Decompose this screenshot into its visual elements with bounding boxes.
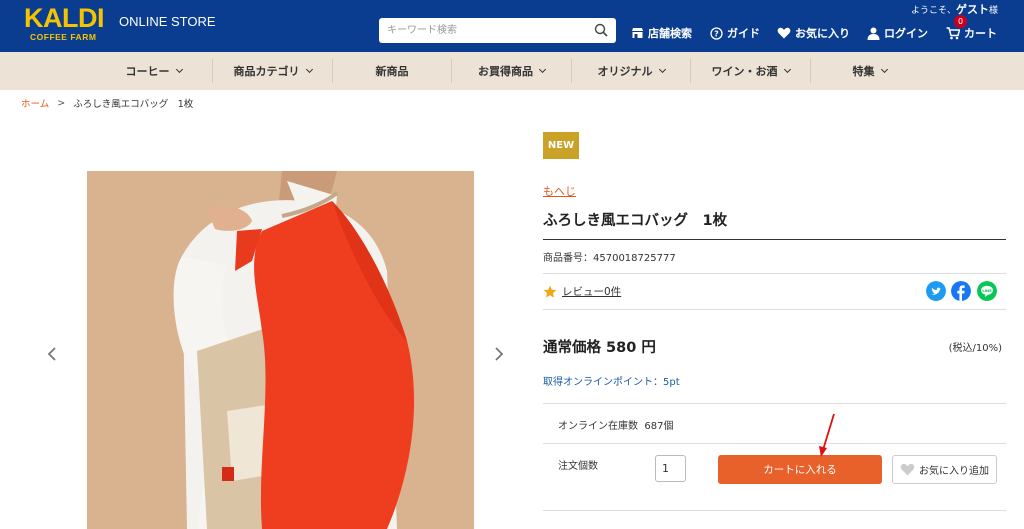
nav-favorites-label: お気に入り bbox=[795, 27, 850, 40]
store-label: ONLINE STORE bbox=[119, 14, 216, 29]
search-icon[interactable] bbox=[594, 23, 608, 37]
heart-icon bbox=[900, 463, 915, 476]
breadcrumb-home[interactable]: ホーム bbox=[21, 96, 49, 110]
search-box bbox=[379, 18, 616, 43]
annotation-arrow-icon bbox=[819, 413, 835, 457]
user-icon bbox=[867, 27, 880, 40]
cat-feature[interactable]: 特集 bbox=[811, 52, 928, 90]
product-photo bbox=[87, 171, 474, 529]
nav-cart-label: カート bbox=[964, 27, 997, 40]
breadcrumb-current: ふろしき風エコバッグ 1枚 bbox=[73, 99, 194, 110]
cat-wine[interactable]: ワイン・お酒 bbox=[691, 52, 810, 90]
welcome-suffix: 様 bbox=[988, 6, 998, 16]
cat-coffee-label: コーヒー bbox=[125, 65, 170, 78]
stock-info: オンライン在庫数 687個 bbox=[558, 417, 673, 432]
welcome-prefix: ようこそ、 bbox=[910, 6, 956, 16]
chevron-down-icon bbox=[658, 65, 666, 73]
divider bbox=[543, 443, 1006, 444]
cart-count-badge: 0 bbox=[954, 15, 967, 28]
cat-categories-label: 商品カテゴリ bbox=[233, 65, 300, 78]
product-title: ふろしき風エコバッグ 1枚 bbox=[543, 213, 728, 229]
add-to-cart-button[interactable]: カートに入れる bbox=[718, 455, 882, 484]
chevron-down-icon bbox=[880, 65, 888, 73]
nav-guide[interactable]: ? ガイド bbox=[710, 25, 760, 41]
chevron-down-icon bbox=[538, 65, 547, 73]
category-nav: コーヒー 商品カテゴリ 新商品 お買得商品 オリジナル ワイン・お酒 特集 bbox=[0, 52, 1024, 90]
add-favorite-label: お気に入り追加 bbox=[919, 466, 989, 477]
brand-link[interactable]: もへじ bbox=[543, 183, 576, 199]
cat-feature-label: 特集 bbox=[852, 65, 875, 78]
logo-main-text: KALDI bbox=[24, 3, 105, 33]
kaldi-logo[interactable]: KALDI COFFEE FARM bbox=[24, 3, 105, 42]
nav-guide-label: ガイド bbox=[727, 27, 760, 40]
line-icon[interactable]: LINE bbox=[977, 281, 997, 301]
help-icon: ? bbox=[710, 26, 723, 40]
quantity-input[interactable] bbox=[655, 455, 686, 482]
nav-favorites[interactable]: お気に入り bbox=[777, 25, 850, 41]
cat-bargain-label: お買得商品 bbox=[478, 65, 533, 78]
divider bbox=[543, 510, 1006, 511]
chevron-down-icon bbox=[175, 65, 183, 73]
svg-text:?: ? bbox=[714, 29, 719, 38]
qty-label: 注文個数 bbox=[558, 461, 598, 472]
star-icon bbox=[543, 285, 557, 298]
product-price: 通常価格 580 円 bbox=[543, 340, 656, 356]
nav-login-label: ログイン bbox=[884, 27, 928, 40]
welcome-message: ようこそ、ゲスト様 bbox=[911, 1, 998, 17]
search-input[interactable] bbox=[387, 22, 587, 39]
chevron-right-icon[interactable] bbox=[493, 345, 505, 363]
tax-note: (税込/10%) bbox=[948, 343, 1002, 354]
store-icon bbox=[632, 28, 643, 38]
product-image bbox=[87, 171, 474, 529]
product-sku: 商品番号：4570018725777 bbox=[543, 253, 676, 264]
facebook-icon[interactable] bbox=[951, 281, 971, 301]
svg-text:LINE: LINE bbox=[982, 288, 992, 293]
divider bbox=[543, 273, 1006, 274]
twitter-icon[interactable] bbox=[926, 281, 946, 301]
cat-new-label: 新商品 bbox=[375, 65, 409, 78]
divider bbox=[543, 309, 1006, 310]
cat-bargain[interactable]: お買得商品 bbox=[452, 52, 571, 90]
logo-sub-text: COFFEE FARM bbox=[30, 32, 97, 42]
cat-wine-label: ワイン・お酒 bbox=[711, 65, 778, 78]
chevron-down-icon bbox=[783, 65, 791, 73]
heart-icon bbox=[777, 27, 791, 39]
title-divider bbox=[543, 239, 1006, 240]
cat-original[interactable]: オリジナル bbox=[572, 52, 690, 90]
site-header: KALDI COFFEE FARM ONLINE STORE ようこそ、ゲスト様… bbox=[0, 0, 1024, 52]
cat-coffee[interactable]: コーヒー bbox=[95, 52, 212, 90]
review-link[interactable]: レビュー0件 bbox=[562, 284, 621, 299]
stock-label: オンライン在庫数 bbox=[558, 421, 638, 432]
nav-login[interactable]: ログイン bbox=[867, 25, 928, 41]
cat-new[interactable]: 新商品 bbox=[333, 52, 451, 90]
divider bbox=[543, 403, 1006, 404]
add-favorite-button[interactable]: お気に入り追加 bbox=[892, 455, 997, 484]
nav-store-search-label: 店舗検索 bbox=[648, 27, 692, 40]
chevron-left-icon[interactable] bbox=[46, 345, 58, 363]
new-badge: NEW bbox=[543, 132, 579, 159]
cart-icon bbox=[946, 26, 960, 39]
stock-value: 687個 bbox=[644, 421, 674, 432]
nav-store-search[interactable]: 店舗検索 bbox=[631, 25, 692, 41]
breadcrumb-separator: > bbox=[57, 97, 66, 109]
cat-categories[interactable]: 商品カテゴリ bbox=[213, 52, 332, 90]
cat-original-label: オリジナル bbox=[597, 65, 653, 78]
nav-cart[interactable]: カート bbox=[946, 25, 997, 41]
chevron-down-icon bbox=[305, 65, 313, 73]
review-row: レビュー0件 bbox=[543, 284, 621, 299]
breadcrumb: ホーム > ふろしき風エコバッグ 1枚 bbox=[21, 96, 194, 111]
online-points: 取得オンラインポイント：5pt bbox=[543, 377, 680, 388]
